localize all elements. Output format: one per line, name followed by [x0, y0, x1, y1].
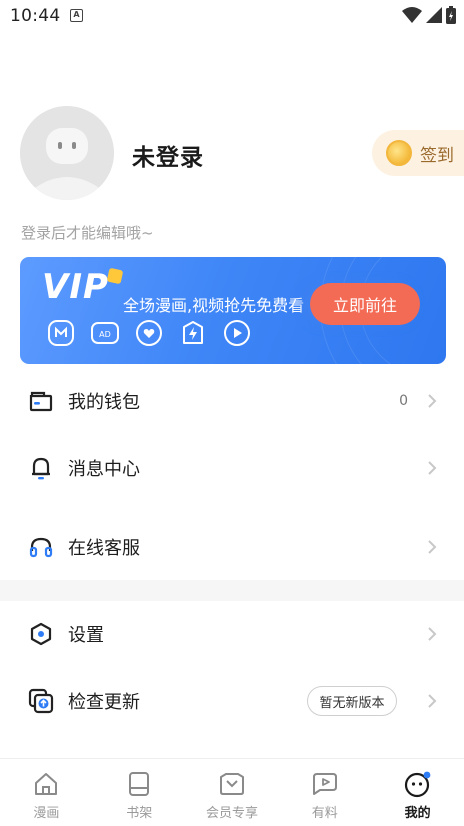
smiley-face-icon	[403, 769, 433, 799]
service-label: 在线客服	[68, 538, 140, 559]
vip-go-button[interactable]: 立即前往	[310, 283, 420, 325]
wifi-icon	[402, 7, 422, 23]
house-icon	[31, 769, 61, 799]
menu-item-messages[interactable]: 消息中心	[0, 440, 464, 496]
vip-logo: VIP	[42, 267, 109, 307]
chevron-right-icon	[428, 627, 437, 641]
vip-promo-text: 全场漫画,视频抢先免费看	[123, 296, 305, 315]
menu-item-service[interactable]: 在线客服	[0, 519, 464, 575]
update-icon	[28, 688, 54, 714]
nav-item-bookshelf[interactable]: 书架	[93, 759, 186, 826]
default-avatar-icon	[20, 106, 114, 200]
svg-text:AD: AD	[99, 330, 111, 339]
vip-benefit-icons: AD	[46, 318, 252, 348]
nav-label: 有料	[311, 806, 338, 821]
nav-item-youliao[interactable]: 有料	[278, 759, 371, 826]
vip-crown-icon	[106, 267, 124, 285]
crown-icon	[217, 769, 247, 799]
checkin-label: 签到	[420, 145, 454, 166]
coin-icon	[386, 140, 412, 166]
bookshelf-icon	[124, 769, 154, 799]
vip-heart-icon	[134, 318, 164, 348]
bottom-nav: 漫画 书架 会员专享 有料 我的	[0, 758, 464, 826]
section-divider	[0, 580, 464, 601]
status-bar: 10:44 A	[0, 0, 464, 34]
settings-label: 设置	[68, 625, 104, 646]
battery-icon	[446, 6, 456, 24]
signal-icon	[426, 7, 442, 23]
nav-label: 会员专享	[205, 806, 258, 821]
nav-label: 书架	[126, 806, 153, 821]
play-bubble-icon	[310, 769, 340, 799]
chevron-right-icon	[428, 461, 437, 475]
nav-item-mine[interactable]: 我的	[371, 759, 464, 826]
avatar[interactable]	[20, 106, 114, 200]
vip-bolt-icon	[178, 318, 208, 348]
chevron-right-icon	[428, 694, 437, 708]
username[interactable]: 未登录	[132, 138, 204, 172]
status-icons	[402, 6, 456, 24]
chevron-right-icon	[428, 540, 437, 554]
menu-item-update[interactable]: 检查更新 暂无新版本	[0, 673, 464, 729]
notification-a-icon: A	[70, 9, 83, 22]
wallet-icon	[28, 388, 54, 414]
vip-ad-free-icon: AD	[90, 318, 120, 348]
nav-item-vip[interactable]: 会员专享	[186, 759, 279, 826]
update-status-badge: 暂无新版本	[307, 686, 397, 716]
settings-icon	[28, 621, 54, 647]
menu-item-wallet[interactable]: 我的钱包 0	[0, 373, 464, 429]
menu-item-settings[interactable]: 设置	[0, 606, 464, 662]
wallet-label: 我的钱包	[68, 392, 140, 413]
nav-label: 漫画	[33, 806, 60, 821]
vip-play-icon	[222, 318, 252, 348]
status-time: 10:44	[10, 6, 61, 26]
headset-icon	[28, 534, 54, 560]
profile-hint: 登录后才能编辑哦~	[21, 224, 154, 242]
nav-label: 我的	[404, 806, 431, 821]
bell-icon	[28, 455, 54, 481]
wallet-balance: 0	[399, 393, 408, 409]
chevron-right-icon	[428, 394, 437, 408]
nav-item-manga[interactable]: 漫画	[0, 759, 93, 826]
vip-manga-icon	[46, 318, 76, 348]
messages-label: 消息中心	[68, 459, 140, 480]
checkin-button[interactable]: 签到	[372, 130, 464, 176]
vip-banner[interactable]: VIP 全场漫画,视频抢先免费看 立即前往 AD	[20, 257, 446, 364]
update-label: 检查更新	[68, 692, 140, 713]
